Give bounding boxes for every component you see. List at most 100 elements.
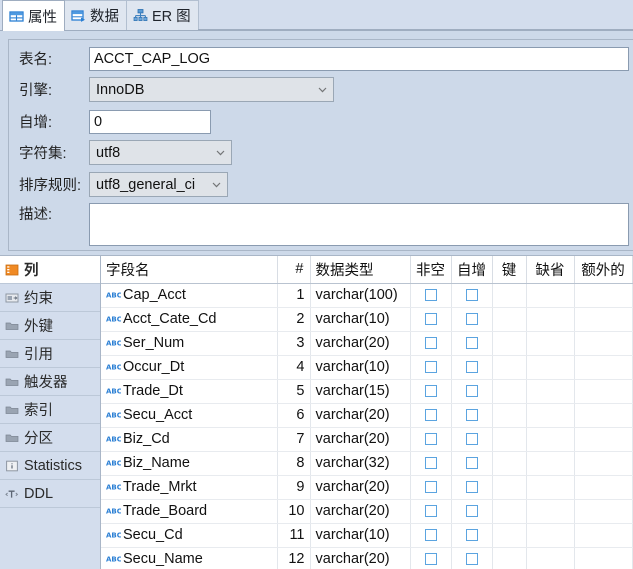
grid-header-index[interactable]: # (277, 256, 311, 284)
row-checkbox[interactable] (424, 361, 437, 374)
grid-header-data-type[interactable]: 数据类型 (310, 256, 411, 284)
cell-not-null[interactable] (410, 379, 452, 404)
sidebar-item-partitions[interactable]: 分区 (0, 424, 100, 452)
cell-data-type[interactable]: varchar(15) (310, 379, 411, 404)
row-checkbox[interactable] (465, 553, 478, 566)
cell-extra[interactable] (574, 523, 633, 548)
sidebar-item-constraints[interactable]: 约束 (0, 284, 100, 312)
table-row[interactable]: ABC Biz_Cd 7 varchar(20) (101, 427, 633, 452)
sidebar-item-statistics[interactable]: Statistics (0, 452, 100, 480)
table-row[interactable]: ABC Secu_Acct 6 varchar(20) (101, 403, 633, 428)
cell-not-null[interactable] (410, 499, 452, 524)
cell-extra[interactable] (574, 475, 633, 500)
cell-default[interactable] (526, 427, 575, 452)
row-checkbox[interactable] (465, 313, 478, 326)
cell-extra[interactable] (574, 451, 633, 476)
sidebar-item-references[interactable]: 引用 (0, 340, 100, 368)
cell-field-name[interactable]: ABC Ser_Num (101, 331, 278, 356)
cell-key[interactable] (492, 331, 527, 356)
row-checkbox[interactable] (465, 481, 478, 494)
cell-field-name[interactable]: ABC Trade_Board (101, 499, 278, 524)
tab-er-diagram[interactable]: ER 图 (126, 0, 199, 30)
cell-field-name[interactable]: ABC Secu_Acct (101, 403, 278, 428)
grid-header-auto-increment[interactable]: 自增 (451, 256, 493, 284)
cell-default[interactable] (526, 307, 575, 332)
cell-field-name[interactable]: ABC Secu_Name (101, 547, 278, 569)
cell-data-type[interactable]: varchar(10) (310, 355, 411, 380)
table-row[interactable]: ABC Trade_Dt 5 varchar(15) (101, 379, 633, 404)
cell-key[interactable] (492, 307, 527, 332)
cell-auto-increment[interactable] (451, 331, 493, 356)
cell-auto-increment[interactable] (451, 355, 493, 380)
grid-header-key[interactable]: 键 (492, 256, 527, 284)
cell-field-name[interactable]: ABC Occur_Dt (101, 355, 278, 380)
cell-default[interactable] (526, 451, 575, 476)
row-checkbox[interactable] (465, 385, 478, 398)
row-checkbox[interactable] (465, 529, 478, 542)
row-checkbox[interactable] (424, 457, 437, 470)
row-checkbox[interactable] (424, 385, 437, 398)
row-checkbox[interactable] (465, 433, 478, 446)
sidebar-item-indexes[interactable]: 索引 (0, 396, 100, 424)
cell-key[interactable] (492, 523, 527, 548)
row-checkbox[interactable] (465, 505, 478, 518)
cell-not-null[interactable] (410, 403, 452, 428)
cell-field-name[interactable]: ABC Acct_Cate_Cd (101, 307, 278, 332)
sidebar-item-columns[interactable]: 列 (0, 256, 100, 284)
cell-not-null[interactable] (410, 451, 452, 476)
collation-select[interactable]: utf8_general_ci (89, 172, 228, 197)
cell-field-name[interactable]: ABC Secu_Cd (101, 523, 278, 548)
cell-default[interactable] (526, 547, 575, 569)
cell-default[interactable] (526, 523, 575, 548)
cell-key[interactable] (492, 379, 527, 404)
cell-key[interactable] (492, 355, 527, 380)
cell-auto-increment[interactable] (451, 523, 493, 548)
table-row[interactable]: ABC Acct_Cate_Cd 2 varchar(10) (101, 307, 633, 332)
cell-extra[interactable] (574, 283, 633, 308)
cell-extra[interactable] (574, 403, 633, 428)
cell-data-type[interactable]: varchar(20) (310, 499, 411, 524)
row-checkbox[interactable] (424, 409, 437, 422)
grid-header-default[interactable]: 缺省 (526, 256, 575, 284)
grid-header-extra[interactable]: 额外的 (574, 256, 633, 284)
grid-header-not-null[interactable]: 非空 (410, 256, 452, 284)
cell-extra[interactable] (574, 427, 633, 452)
row-checkbox[interactable] (424, 553, 437, 566)
row-checkbox[interactable] (465, 409, 478, 422)
cell-not-null[interactable] (410, 355, 452, 380)
tab-data[interactable]: 数据 (64, 0, 127, 30)
cell-data-type[interactable]: varchar(20) (310, 475, 411, 500)
cell-default[interactable] (526, 355, 575, 380)
row-checkbox[interactable] (424, 433, 437, 446)
table-row[interactable]: ABC Secu_Name 12 varchar(20) (101, 547, 633, 569)
cell-key[interactable] (492, 427, 527, 452)
cell-auto-increment[interactable] (451, 283, 493, 308)
cell-extra[interactable] (574, 379, 633, 404)
cell-auto-increment[interactable] (451, 427, 493, 452)
cell-data-type[interactable]: varchar(10) (310, 523, 411, 548)
cell-data-type[interactable]: varchar(32) (310, 451, 411, 476)
cell-data-type[interactable]: varchar(10) (310, 307, 411, 332)
table-row[interactable]: ABC Trade_Mrkt 9 varchar(20) (101, 475, 633, 500)
cell-data-type[interactable]: varchar(20) (310, 547, 411, 569)
cell-default[interactable] (526, 379, 575, 404)
cell-auto-increment[interactable] (451, 499, 493, 524)
cell-auto-increment[interactable] (451, 475, 493, 500)
cell-default[interactable] (526, 331, 575, 356)
cell-key[interactable] (492, 403, 527, 428)
cell-not-null[interactable] (410, 427, 452, 452)
table-row[interactable]: ABC Secu_Cd 11 varchar(10) (101, 523, 633, 548)
cell-not-null[interactable] (410, 547, 452, 569)
table-name-input[interactable] (89, 46, 629, 71)
cell-field-name[interactable]: ABC Biz_Name (101, 451, 278, 476)
table-row[interactable]: ABC Occur_Dt 4 varchar(10) (101, 355, 633, 380)
row-checkbox[interactable] (465, 289, 478, 302)
cell-not-null[interactable] (410, 283, 452, 308)
cell-auto-increment[interactable] (451, 403, 493, 428)
cell-auto-increment[interactable] (451, 379, 493, 404)
cell-data-type[interactable]: varchar(20) (310, 331, 411, 356)
cell-extra[interactable] (574, 547, 633, 569)
cell-not-null[interactable] (410, 307, 452, 332)
cell-extra[interactable] (574, 331, 633, 356)
engine-select[interactable]: InnoDB (89, 77, 334, 102)
